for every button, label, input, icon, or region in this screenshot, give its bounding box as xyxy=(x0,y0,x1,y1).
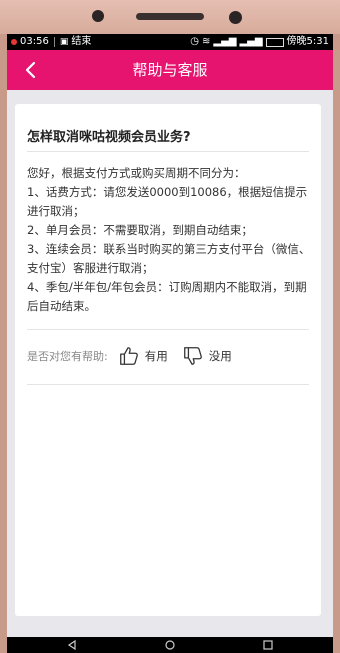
answer-line: 1、话费方式：请您发送0000到10086，根据短信提示进行取消； xyxy=(27,185,308,218)
useless-button[interactable]: 没用 xyxy=(182,345,232,367)
sensor-icon xyxy=(229,11,242,24)
speaker-grille xyxy=(136,13,204,20)
nav-home-icon[interactable] xyxy=(165,640,175,650)
status-divider xyxy=(53,37,55,47)
record-dot-icon xyxy=(11,39,17,45)
phone-bezel xyxy=(0,0,340,34)
divider xyxy=(27,329,309,330)
status-left: 03:56 ▣ 结束 xyxy=(11,34,91,50)
wifi-icon: ≋ xyxy=(201,36,211,47)
thumbs-down-icon xyxy=(183,347,202,365)
phone-edge-left xyxy=(0,34,7,653)
divider xyxy=(27,151,309,152)
alarm-icon: ◷ xyxy=(190,36,199,47)
answer-line: 3、连续会员：联系当时购买的第三方支付平台（微信、支付宝）客服进行取消； xyxy=(27,242,311,275)
front-camera-icon xyxy=(92,10,104,22)
title-bar: 帮助与客服 xyxy=(7,50,333,90)
feedback-label: 是否对您有帮助: xyxy=(27,350,108,363)
signal-icon: ▂▄▆ xyxy=(213,36,237,47)
status-bar: 03:56 ▣ 结束 ◷ ≋ ▂▄▆ ▂▄▆ 傍晚5:31 xyxy=(7,34,333,50)
nav-back-icon[interactable] xyxy=(67,640,77,650)
screen: 03:56 ▣ 结束 ◷ ≋ ▂▄▆ ▂▄▆ 傍晚5:31 帮助与客服 怎样取消… xyxy=(7,34,333,653)
feedback-row: 是否对您有帮助: 有用 没用 xyxy=(27,342,311,370)
help-article-card: 怎样取消咪咕视频会员业务? 您好，根据支付方式或购买周期不同分为： 1、话费方式… xyxy=(15,104,321,616)
answer-line: 2、单月会员：不需要取消，到期自动结束； xyxy=(27,223,253,237)
status-right: ◷ ≋ ▂▄▆ ▂▄▆ 傍晚5:31 xyxy=(190,34,329,50)
useless-label: 没用 xyxy=(208,349,232,363)
status-time: 03:56 xyxy=(20,36,49,47)
thumbs-up-icon xyxy=(119,347,138,365)
signal-icon-2: ▂▄▆ xyxy=(239,36,263,47)
status-notification: 结束 xyxy=(71,36,92,47)
battery-icon xyxy=(265,37,284,47)
navigation-bar xyxy=(7,637,333,653)
phone-edge-right xyxy=(333,34,340,653)
status-right-time: 傍晚5:31 xyxy=(286,36,329,47)
divider xyxy=(27,384,309,385)
article-question: 怎样取消咪咕视频会员业务? xyxy=(27,130,191,145)
page-title: 帮助与客服 xyxy=(132,61,208,79)
app-icon: ▣ xyxy=(59,37,69,47)
answer-line: 您好，根据支付方式或购买周期不同分为： xyxy=(27,166,246,180)
useful-button[interactable]: 有用 xyxy=(118,345,168,367)
nav-recents-icon[interactable] xyxy=(263,640,273,650)
article-answer: 您好，根据支付方式或购买周期不同分为： 1、话费方式：请您发送0000到1008… xyxy=(27,164,311,316)
useful-label: 有用 xyxy=(144,349,168,363)
answer-line: 4、季包/半年包/年包会员：订购周期内不能取消，到期后自动结束。 xyxy=(27,280,307,313)
